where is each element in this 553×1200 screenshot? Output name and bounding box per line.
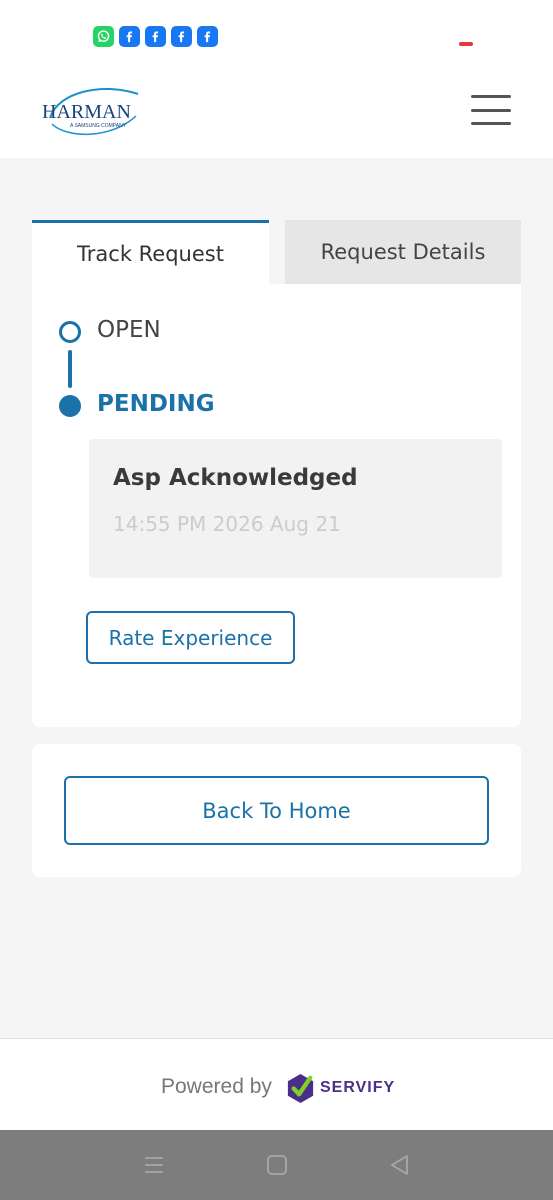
hamburger-menu-button[interactable]	[471, 94, 511, 126]
status-update-box: Asp Acknowledged 14:55 PM 2026 Aug 21	[89, 439, 502, 578]
timeline-pending-label: PENDING	[97, 391, 215, 417]
back-to-home-button[interactable]: Back To Home	[64, 776, 489, 845]
status-update-time: 14:55 PM 2026 Aug 21	[113, 512, 341, 536]
facebook-icon	[197, 26, 218, 47]
rate-experience-button[interactable]: Rate Experience	[86, 611, 295, 664]
logo-brand-text: HARMAN	[42, 101, 131, 123]
request-tabs: Track Request Request Details	[32, 220, 521, 284]
facebook-icon	[171, 26, 192, 47]
timeline-open-step-icon	[59, 321, 81, 343]
notification-icons	[93, 26, 218, 47]
track-request-card: OPEN PENDING Asp Acknowledged 14:55 PM 2…	[32, 284, 521, 727]
back-icon[interactable]	[387, 1152, 413, 1178]
status-bar	[0, 0, 553, 70]
tab-track-request[interactable]: Track Request	[32, 220, 269, 284]
status-update-title: Asp Acknowledged	[113, 465, 358, 491]
servify-brand-text: SERVIFY	[320, 1079, 396, 1096]
hamburger-icon-bar	[471, 122, 511, 125]
timeline-open-label: OPEN	[97, 317, 161, 343]
facebook-icon	[119, 26, 140, 47]
whatsapp-icon	[93, 26, 114, 47]
logo-tagline-text: A SAMSUNG COMPANY	[70, 123, 127, 129]
servify-logo-icon	[287, 1073, 314, 1104]
battery-indicator	[459, 42, 473, 46]
timeline-connector	[68, 350, 72, 388]
hamburger-icon-bar	[471, 108, 511, 112]
tab-request-details[interactable]: Request Details	[285, 220, 521, 284]
hamburger-icon-bar	[471, 95, 511, 98]
recent-apps-icon[interactable]	[141, 1152, 167, 1178]
facebook-icon	[145, 26, 166, 47]
timeline-pending-step-icon	[59, 395, 81, 417]
system-navigation-bar	[0, 1130, 553, 1200]
powered-by-text: Powered by	[161, 1075, 272, 1098]
back-home-card: Back To Home	[32, 744, 521, 877]
powered-by-footer: Powered by SERVIFY	[0, 1038, 553, 1130]
app-header: HARMAN A SAMSUNG COMPANY	[0, 70, 553, 158]
harman-logo[interactable]: HARMAN A SAMSUNG COMPANY	[40, 78, 144, 142]
home-icon[interactable]	[264, 1152, 290, 1178]
